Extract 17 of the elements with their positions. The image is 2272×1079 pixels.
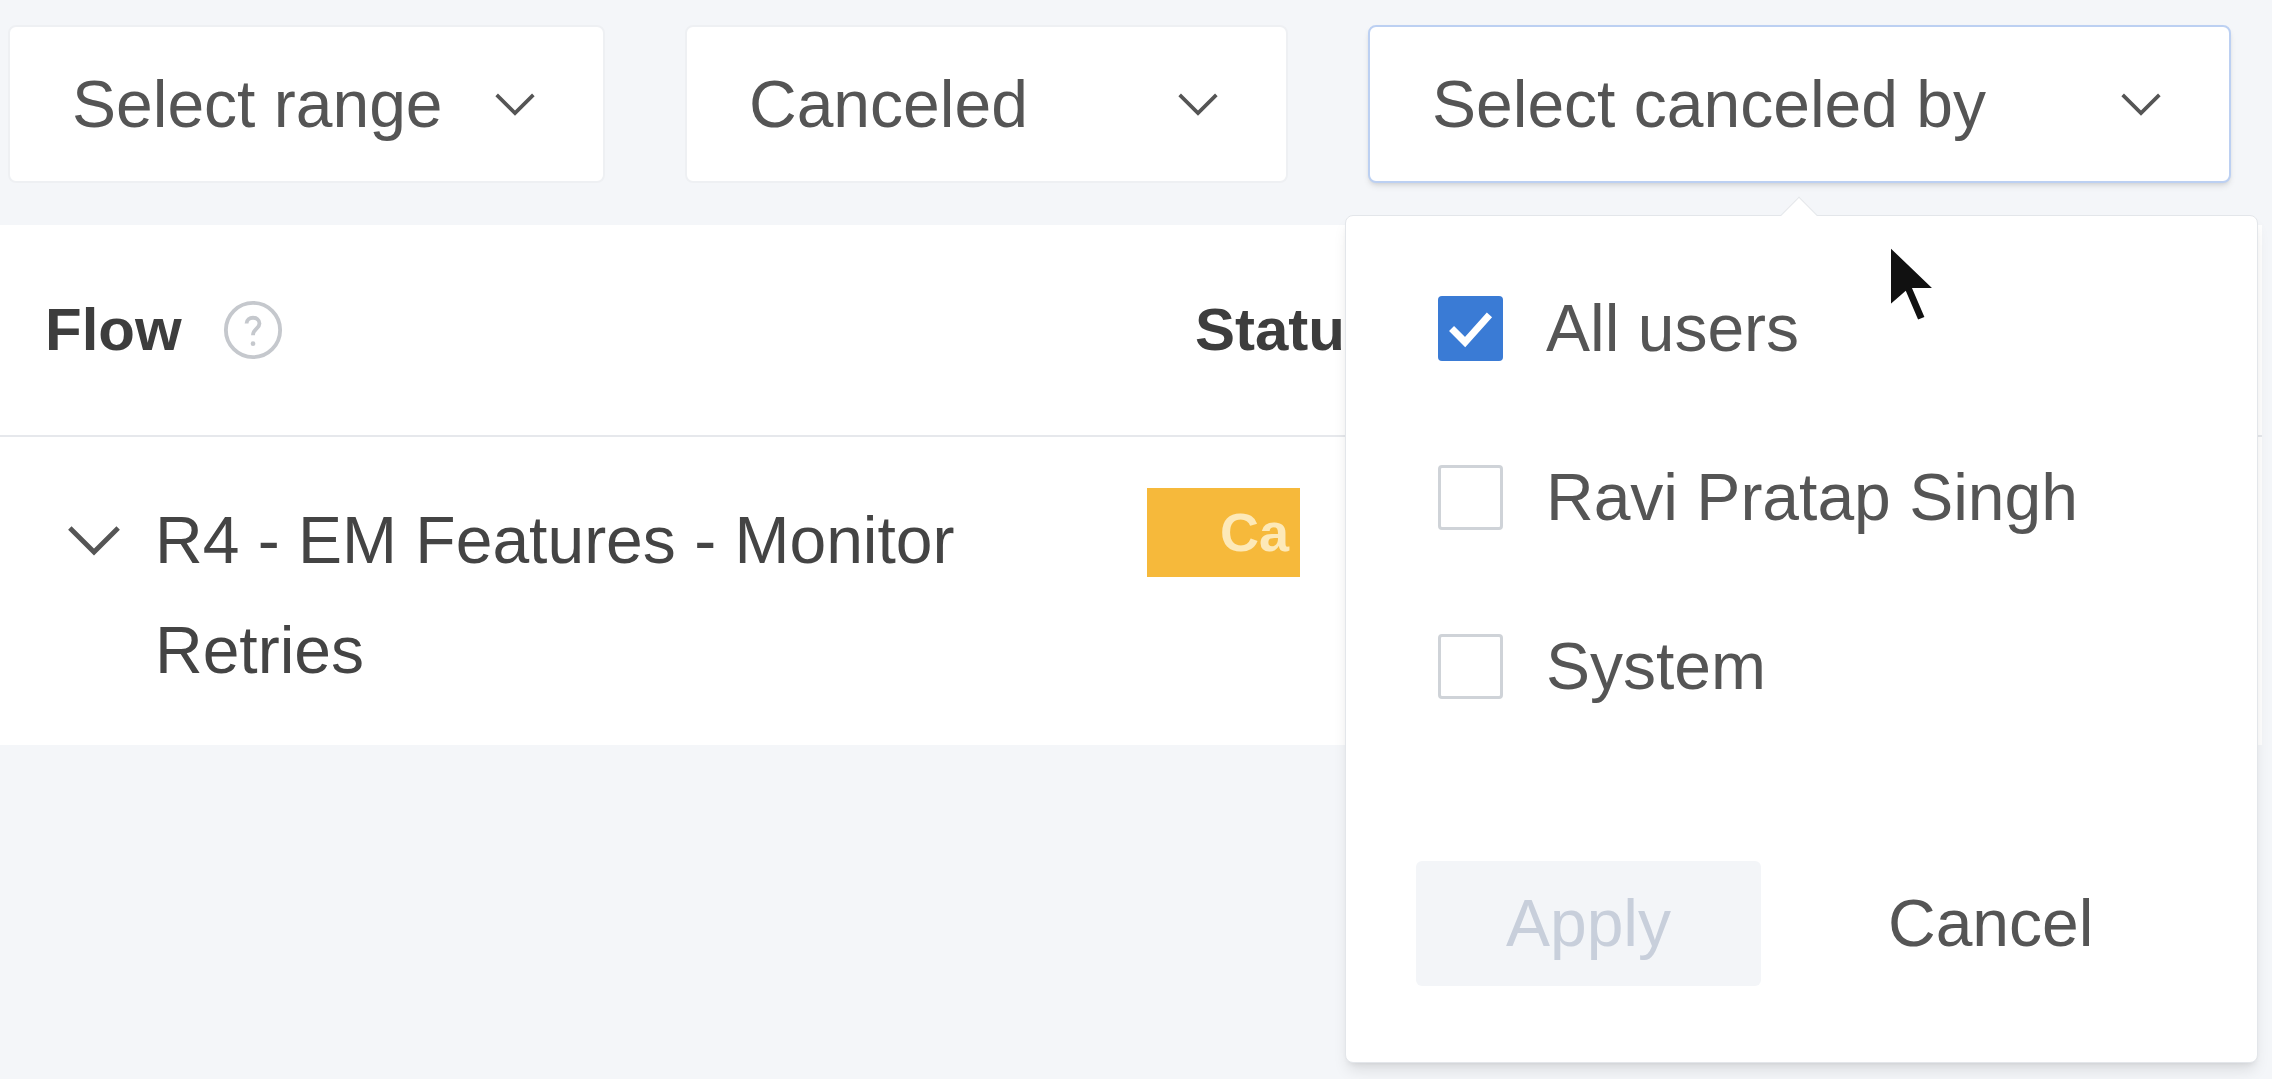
chevron-down-icon xyxy=(2119,91,2163,117)
filter-dropdown[interactable]: Canceled xyxy=(685,25,1288,183)
flow-name: R4 - EM Features - Monitor Retries xyxy=(155,502,956,689)
checkbox-option[interactable]: All users xyxy=(1438,296,2257,361)
filter-dropdown[interactable]: Select canceled by xyxy=(1368,25,2231,183)
checkbox[interactable] xyxy=(1438,296,1503,361)
filter-dropdown[interactable]: Select range xyxy=(8,25,605,183)
checkbox[interactable] xyxy=(1438,465,1503,530)
chevron-down-icon[interactable] xyxy=(65,523,123,557)
chevron-down-icon xyxy=(493,91,537,117)
status-badge: Ca xyxy=(1147,488,1300,577)
cancel-button[interactable]: Cancel xyxy=(1888,874,2094,973)
help-icon[interactable] xyxy=(221,299,284,361)
checkbox[interactable] xyxy=(1438,634,1503,699)
column-header: Flow xyxy=(45,295,182,365)
column-header: Statu xyxy=(1195,296,1345,363)
chevron-down-icon xyxy=(1176,91,1220,117)
